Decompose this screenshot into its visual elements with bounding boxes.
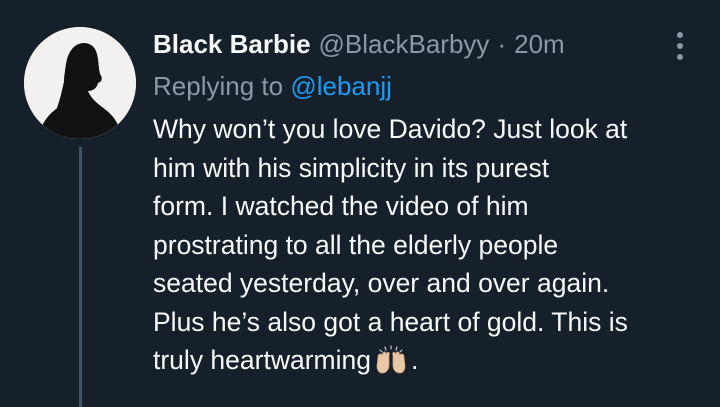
tweet-body-last-line: truly heartwarming . xyxy=(153,341,698,380)
tweet-body-line: seated yesterday, over and over again. xyxy=(153,268,610,298)
tweet-body-line: form. I watched the video of him xyxy=(153,191,529,221)
tweet-body: Why won’t you love Davido? Just look at … xyxy=(153,110,698,380)
thread-line xyxy=(79,147,82,407)
avatar-silhouette-icon xyxy=(24,27,136,139)
tweet-body-line: him with his simplicity in its purest xyxy=(153,152,550,183)
tweet-body-last-end: . xyxy=(410,345,419,375)
avatar[interactable] xyxy=(24,27,136,139)
tweet-body-line: Plus he’s also got a heart of gold. This… xyxy=(153,306,628,337)
tweet-body-line: prostrating to all the elderly people xyxy=(153,229,559,260)
separator-dot: · xyxy=(497,29,507,59)
tweet-body-line: Why won’t you love Davido? Just look at xyxy=(153,114,628,144)
replying-prefix: Replying to xyxy=(153,71,284,101)
raising-hands-icon xyxy=(373,345,409,375)
tweet-content: Black Barbie @BlackBarbyy · 20m Replying… xyxy=(153,22,698,380)
more-options-button[interactable] xyxy=(667,26,693,66)
user-handle[interactable]: @BlackBarbyy xyxy=(319,22,490,66)
tweet[interactable]: Black Barbie @BlackBarbyy · 20m Replying… xyxy=(0,0,720,407)
replying-handle-link[interactable]: @lebanjj xyxy=(290,71,392,101)
avatar-column xyxy=(24,27,136,407)
replying-to: Replying to @lebanjj xyxy=(153,66,698,106)
display-name[interactable]: Black Barbie xyxy=(153,22,311,66)
timestamp[interactable]: 20m xyxy=(514,22,565,66)
tweet-header: Black Barbie @BlackBarbyy · 20m xyxy=(153,22,698,66)
tweet-body-last-text: truly heartwarming xyxy=(153,345,371,375)
